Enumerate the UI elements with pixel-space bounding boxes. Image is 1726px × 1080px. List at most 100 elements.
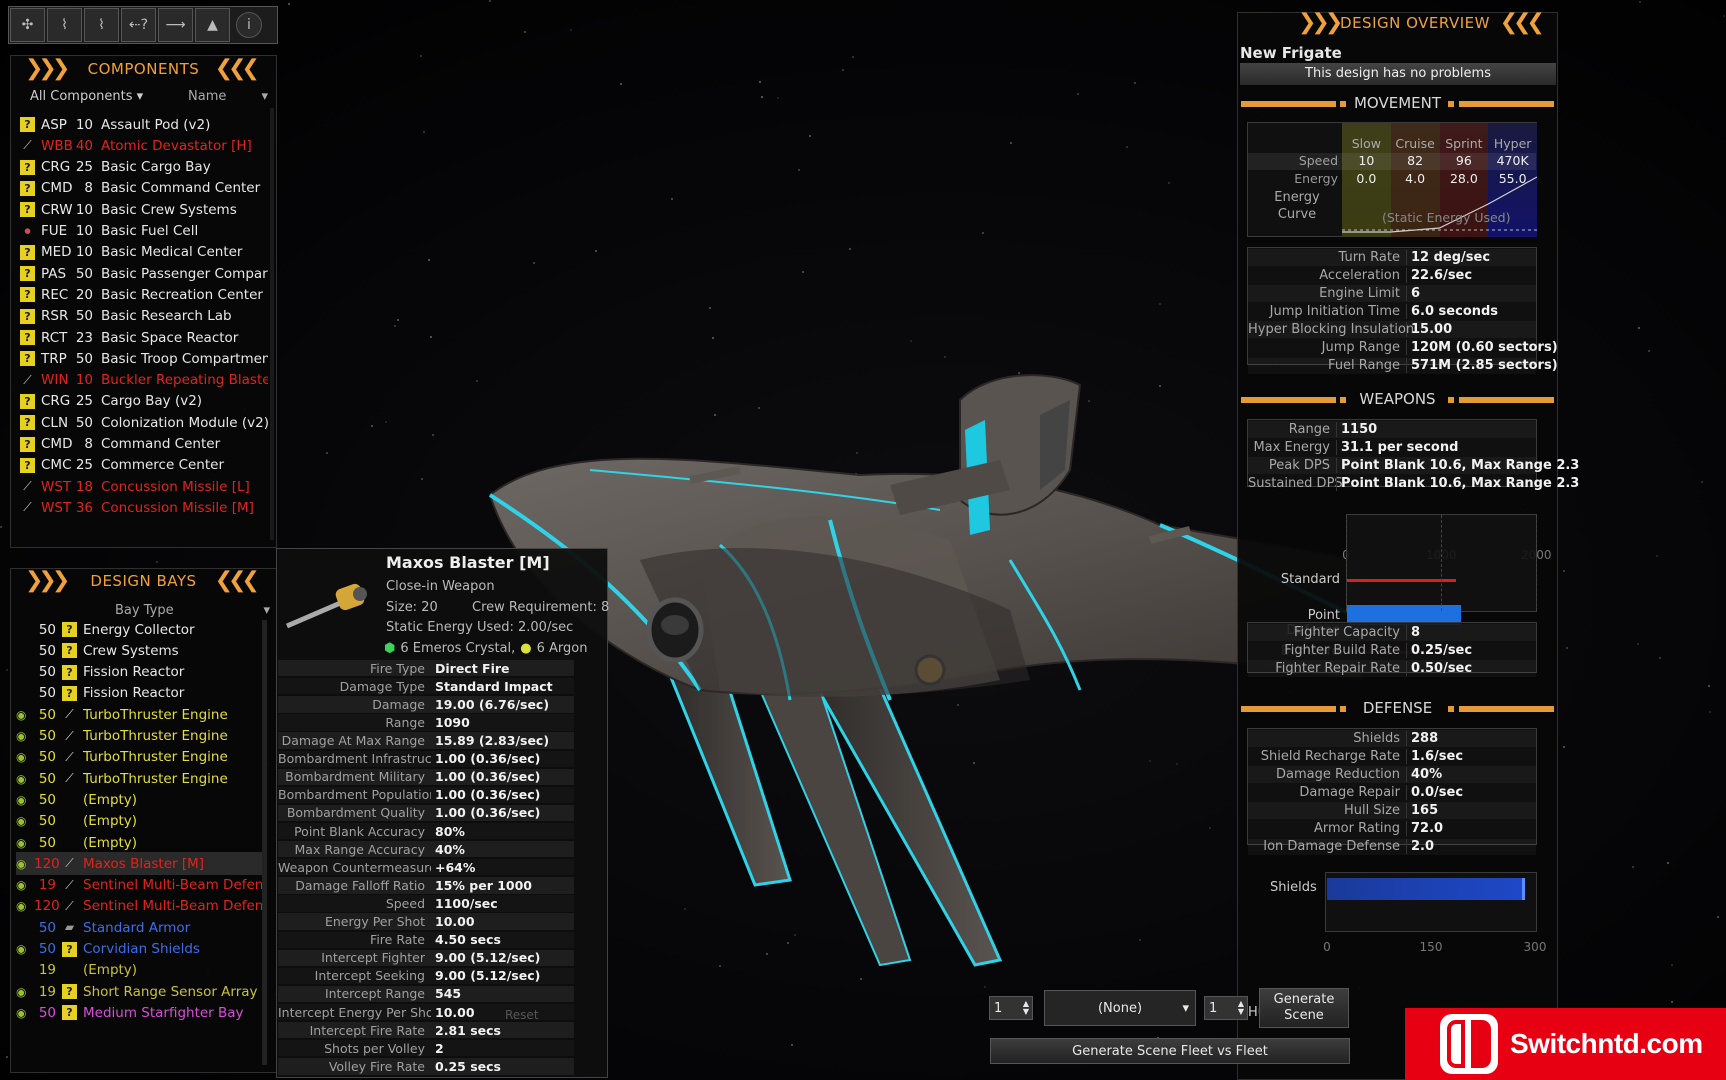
eye-icon[interactable]: ◉	[16, 985, 34, 999]
eye-icon[interactable]: ◉	[16, 814, 34, 828]
tooltip-stat-label: Energy Per Shot	[324, 914, 425, 930]
component-row[interactable]: ? CRW 10 Basic Crew Systems	[20, 198, 268, 221]
component-row[interactable]: ? RCT 23 Basic Space Reactor	[20, 326, 268, 349]
component-row[interactable]: ? CMD 8 Basic Command Center	[20, 177, 268, 200]
eye-icon[interactable]: ◉	[16, 750, 34, 764]
component-name: Atomic Devastator [H]	[101, 137, 252, 154]
stat-row: Engine Limit 6	[1248, 285, 1536, 302]
shields-label: Shields	[1270, 880, 1317, 895]
generate-fleet-button[interactable]: Generate Scene Fleet vs Fleet	[990, 1038, 1350, 1064]
eye-icon[interactable]: ◉	[16, 942, 34, 956]
component-row[interactable]: ? RSR 50 Basic Research Lab	[20, 305, 268, 328]
reset-button[interactable]: Reset	[505, 1008, 539, 1022]
component-row[interactable]: ? CMC 25 Commerce Center	[20, 454, 268, 477]
component-row[interactable]: ? CMD 8 Command Center	[20, 433, 268, 456]
bay-row[interactable]: 50? Crew Systems	[16, 639, 264, 662]
eye-icon[interactable]: ◉	[16, 1006, 34, 1020]
energy-curve	[1342, 176, 1537, 233]
components-sort[interactable]: Name ▾	[188, 89, 268, 104]
eye-icon[interactable]: ◉	[16, 878, 34, 892]
bay-row[interactable]: 50? Energy Collector	[16, 618, 264, 641]
bay-size: 120	[34, 855, 60, 872]
bay-row[interactable]: ◉ 120 ⟋ Maxos Blaster [M]	[16, 852, 264, 876]
eye-icon[interactable]: ◉	[16, 708, 34, 722]
bay-row[interactable]: ◉ 50 (Empty)	[16, 788, 264, 811]
tooltip-stat-row: Damage Type Standard Impact	[278, 678, 574, 694]
component-row[interactable]: ? REC 20 Basic Recreation Center	[20, 283, 268, 306]
shapes-icon[interactable]: ▲	[195, 8, 230, 42]
eye-icon[interactable]: ◉	[16, 729, 34, 743]
switch-logo-icon	[1440, 1014, 1498, 1074]
bay-row[interactable]: ◉ 50 ⟋ TurboThruster Engine	[16, 767, 264, 790]
wave-icon[interactable]: ⌇	[47, 8, 82, 42]
components-scrollbar[interactable]	[270, 108, 274, 540]
bay-row[interactable]: ◉ 50? Corvidian Shields	[16, 938, 264, 961]
bay-name: Medium Starfighter Bay	[83, 1004, 244, 1021]
generate-scene-button[interactable]: Generate Scene	[1259, 988, 1349, 1028]
component-row[interactable]: ⟋ WST 18 Concussion Missile [L]	[20, 475, 268, 498]
components-filter[interactable]: All Components ▾	[30, 89, 143, 104]
bay-row[interactable]: ◉ 50 ⟋ TurboThruster Engine	[16, 725, 264, 748]
bay-row[interactable]: ◉ 19? Short Range Sensor Array	[16, 980, 264, 1003]
stat-value: 31.1 per second	[1336, 439, 1458, 455]
component-row[interactable]: ⏺ FUE 10 Basic Fuel Cell	[20, 220, 268, 243]
bay-row[interactable]: 50? Fission Reactor	[16, 661, 264, 684]
bays-scrollbar[interactable]	[262, 620, 267, 1065]
tooltip-stat-row: Weapon Countermeasures +64%	[278, 859, 574, 875]
component-row[interactable]: ? CRG 25 Cargo Bay (v2)	[20, 390, 268, 413]
unknown-component-icon: ?	[20, 436, 35, 452]
component-name: Basic Passenger Compartment	[101, 265, 268, 282]
bay-row[interactable]: ◉ 120 ⟋ Sentinel Multi-Beam Defense	[16, 895, 264, 918]
help-icon[interactable]: ⇠?	[121, 8, 156, 42]
bay-row[interactable]: ◉ 19 ⟋ Sentinel Multi-Beam Defense	[16, 874, 264, 897]
stat-row: Jump Range 120M (0.60 sectors)	[1248, 340, 1558, 357]
component-row[interactable]: ? CRG 25 Basic Cargo Bay	[20, 156, 268, 179]
component-row[interactable]: ? ASP 10 Assault Pod (v2)	[20, 113, 268, 136]
bay-row[interactable]: 50 ▰ Standard Armor	[16, 916, 264, 939]
component-row[interactable]: ⟋ WBB 40 Atomic Devastator [H]	[20, 134, 268, 157]
stat-label: Max Energy	[1253, 439, 1330, 455]
bay-row[interactable]: ◉ 50? Medium Starfighter Bay	[16, 1001, 264, 1024]
bays-sort[interactable]: Bay Type ▾	[115, 603, 270, 618]
stat-label: Fighter Repair Rate	[1275, 660, 1400, 676]
component-row[interactable]: ? CLN 50 Colonization Module (v2)	[20, 411, 268, 434]
component-row[interactable]: ? TRP 50 Basic Troop Compartment	[20, 347, 268, 370]
center-view-icon[interactable]: ✣	[10, 8, 45, 42]
bay-row[interactable]: 50? Fission Reactor	[16, 682, 264, 705]
eye-icon[interactable]: ◉	[16, 899, 34, 913]
eye-icon[interactable]: ◉	[16, 793, 34, 807]
pulse-icon[interactable]: ⌇	[84, 8, 119, 42]
eye-icon[interactable]: ◉	[16, 836, 34, 850]
stat-value: 8	[1406, 624, 1420, 640]
component-code: ASP	[41, 116, 67, 133]
eye-icon[interactable]: ◉	[16, 772, 34, 786]
info-icon[interactable]: i	[236, 12, 262, 38]
bay-row[interactable]: 19 (Empty)	[16, 959, 264, 982]
component-row[interactable]: ⟋ WST 36 Concussion Missile [M]	[20, 496, 268, 519]
unknown-component-icon: ?	[62, 664, 77, 680]
fleet-select-value: (None)	[1097, 1000, 1143, 1016]
right-count-stepper[interactable]: 1 ▲ ▼	[1204, 996, 1248, 1020]
component-row[interactable]: ⟋ WIN 10 Buckler Repeating Blaster	[20, 369, 268, 392]
bay-row[interactable]: ◉ 50 ⟋ TurboThruster Engine	[16, 703, 264, 726]
component-row[interactable]: ? MED 10 Basic Medical Center	[20, 241, 268, 264]
design-name[interactable]: New Frigate	[1240, 44, 1342, 62]
component-row[interactable]: ? PAS 50 Basic Passenger Compartment	[20, 262, 268, 285]
eye-icon[interactable]: ◉	[16, 857, 34, 871]
bay-row[interactable]: ◉ 50 (Empty)	[16, 831, 264, 854]
arrow-icon[interactable]: ⟶	[158, 8, 193, 42]
component-name: Commerce Center	[101, 457, 225, 474]
speed-value: 96	[1455, 153, 1472, 168]
bay-row[interactable]: ◉ 50 ⟋ TurboThruster Engine	[16, 746, 264, 769]
tooltip-stat-label: Speed	[385, 895, 425, 911]
bay-name: Short Range Sensor Array	[83, 983, 258, 1000]
bay-size: 19	[38, 983, 56, 1000]
chevron-left-icon: ❮❮❮	[214, 56, 260, 81]
left-count-stepper[interactable]: 1 ▲ ▼	[989, 996, 1033, 1020]
unknown-component-icon: ?	[62, 941, 77, 957]
fleet-select[interactable]: (None) ▾	[1044, 990, 1196, 1026]
bay-size: 50	[38, 791, 56, 808]
tooltip-crew: Crew Requirement: 8	[472, 600, 610, 615]
bay-row[interactable]: ◉ 50 (Empty)	[16, 810, 264, 833]
weapon-icon: ⟋	[65, 856, 74, 871]
